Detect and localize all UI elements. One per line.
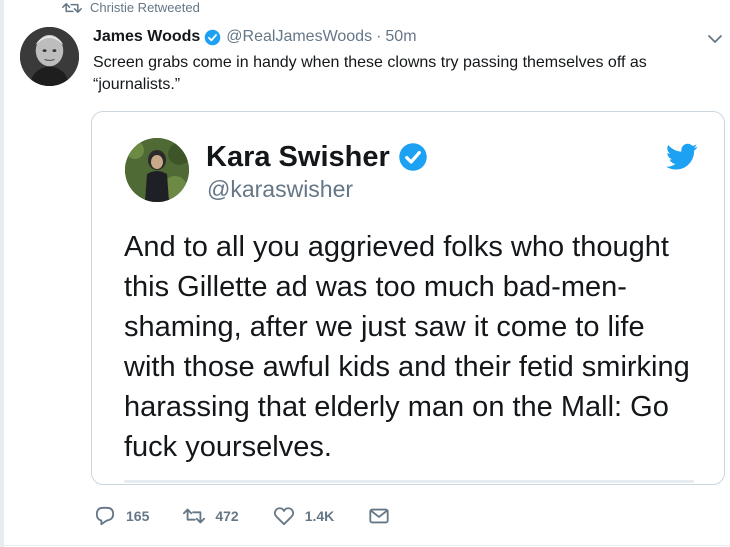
author-name[interactable]: James Woods bbox=[93, 28, 200, 46]
reply-icon bbox=[95, 506, 115, 526]
chevron-down-icon[interactable] bbox=[707, 31, 723, 47]
retweet-context: Christie Retweeted bbox=[62, 0, 200, 16]
quoted-author-avatar bbox=[125, 138, 189, 202]
quoted-author-avatar-image bbox=[125, 138, 189, 202]
retweet-button[interactable]: 472 bbox=[183, 506, 239, 526]
quoted-tweet-text: And to all you aggrieved folks who thoug… bbox=[124, 231, 690, 463]
author-handle[interactable]: @RealJamesWoods bbox=[226, 28, 372, 46]
quoted-tweet-card[interactable]: Kara Swisher @karaswisher And to all you… bbox=[91, 111, 725, 485]
envelope-icon bbox=[369, 508, 389, 524]
tweet-timestamp[interactable]: 50m bbox=[385, 28, 416, 46]
tweet-actions: 165 472 1.4K bbox=[94, 505, 390, 527]
verified-badge-icon bbox=[399, 143, 427, 171]
like-count: 1.4K bbox=[304, 508, 335, 524]
reply-button[interactable]: 165 bbox=[94, 506, 149, 526]
timeline-left-edge bbox=[0, 0, 4, 547]
quoted-author-name-row: Kara Swisher bbox=[206, 140, 428, 174]
retweet-count: 472 bbox=[215, 508, 239, 524]
like-button[interactable]: 1.4K bbox=[273, 506, 335, 526]
retweeter-link[interactable]: Christie Retweeted bbox=[90, 1, 200, 15]
retweet-icon bbox=[183, 508, 206, 524]
tweet-header: James Woods @RealJamesWoods · 50m bbox=[93, 27, 417, 47]
tweet-text: Screen grabs come in handy when these cl… bbox=[93, 54, 647, 93]
tweet-divider bbox=[0, 545, 730, 546]
reply-count: 165 bbox=[126, 508, 150, 524]
heart-icon bbox=[273, 507, 294, 526]
quoted-card-divider bbox=[124, 480, 694, 483]
author-avatar-image bbox=[20, 27, 79, 86]
quoted-author-name: Kara Swisher bbox=[206, 141, 390, 173]
retweet-icon bbox=[62, 3, 82, 13]
header-separator: · bbox=[376, 28, 382, 45]
author-avatar[interactable] bbox=[20, 27, 79, 86]
twitter-bird-icon bbox=[666, 143, 698, 170]
verified-badge-icon bbox=[205, 29, 221, 45]
quoted-author-handle: @karaswisher bbox=[207, 176, 354, 202]
direct-message-button[interactable] bbox=[368, 506, 390, 526]
